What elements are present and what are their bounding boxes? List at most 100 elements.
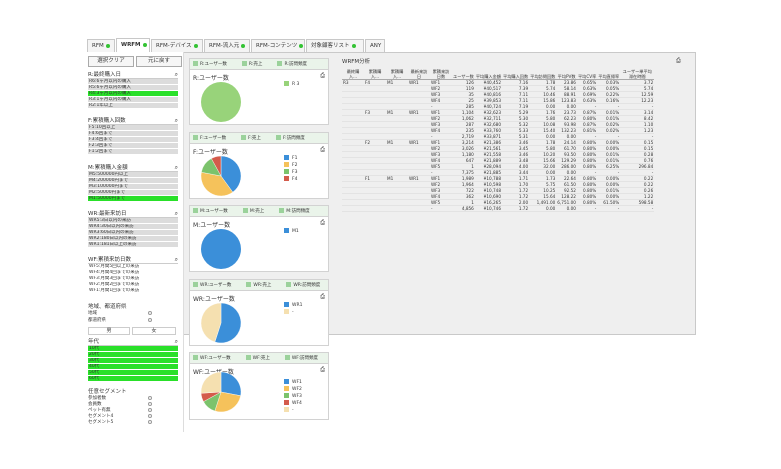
export-icon[interactable]: ⎙ bbox=[320, 366, 325, 374]
slider-knob[interactable] bbox=[148, 396, 152, 400]
column-header[interactable]: 累積来訪日数 bbox=[430, 65, 452, 80]
slider-knob[interactable] bbox=[148, 318, 152, 322]
search-icon[interactable]: ⌕ bbox=[175, 117, 178, 125]
column-header[interactable]: 累積購入... bbox=[386, 65, 408, 80]
pie-slice[interactable] bbox=[201, 229, 241, 269]
filter-wr: WR:最新来訪日 ⌕ WR5:3日以内の来訪 WR4:30日以内の来訪 WR3:60日… bbox=[88, 210, 178, 248]
export-icon[interactable]: ⎙ bbox=[676, 57, 681, 65]
search-icon[interactable]: ⌕ bbox=[175, 210, 178, 218]
slider-knob[interactable] bbox=[148, 311, 152, 315]
legend-item[interactable]: F3 bbox=[284, 169, 297, 176]
panel-tab[interactable]: M:訪問頻度 bbox=[276, 208, 315, 214]
legend-item[interactable]: WF1 bbox=[284, 379, 302, 386]
panel-tab[interactable]: R:売上 bbox=[239, 61, 269, 67]
column-header[interactable]: 平均購入金額 bbox=[474, 65, 502, 80]
legend-item[interactable]: - bbox=[284, 309, 302, 316]
filter-wf: WF:累積来訪日数 ⌕ WF5:月間5回以上の来訪 WF4:月間4回までの来訪 WF3… bbox=[88, 256, 178, 294]
panel-tab[interactable]: F:売上 bbox=[238, 135, 267, 141]
tab-5[interactable]: 対象顧客リスト bbox=[306, 39, 364, 52]
search-icon[interactable]: ⌕ bbox=[175, 71, 178, 79]
search-icon[interactable]: ⌕ bbox=[175, 338, 178, 346]
column-header[interactable]: 平均PV数 bbox=[556, 65, 577, 80]
panel-tab[interactable]: WR:訪問頻度 bbox=[283, 282, 326, 288]
panel-tab[interactable]: F:ユーザー数 bbox=[190, 135, 232, 141]
segment-row[interactable]: セグメント5 bbox=[88, 419, 178, 425]
filter-wr-item[interactable]: WR1:181日以上の来訪 bbox=[88, 242, 178, 248]
clear-selection-button[interactable]: 選択クリア bbox=[88, 56, 134, 67]
filter-wf-item[interactable]: WF1:月間1回までの来訪 bbox=[88, 288, 178, 294]
search-icon[interactable]: ⌕ bbox=[175, 256, 178, 264]
column-header[interactable]: 最終購入... bbox=[342, 65, 364, 80]
legend-item[interactable]: WF3 bbox=[284, 393, 302, 400]
legend-swatch-icon bbox=[284, 386, 289, 391]
filter-f-item[interactable]: F1:2回まで bbox=[88, 149, 178, 155]
legend-item[interactable]: - bbox=[284, 407, 302, 414]
tab-6[interactable]: ANY bbox=[365, 39, 385, 52]
legend-item[interactable]: F4 bbox=[284, 176, 297, 183]
prefecture-row[interactable]: 都道府県 bbox=[88, 317, 178, 323]
slider-knob[interactable] bbox=[148, 420, 152, 424]
column-header[interactable]: 累積購入... bbox=[364, 65, 386, 80]
legend-item[interactable]: WF2 bbox=[284, 386, 302, 393]
column-header[interactable]: 最新来訪日 bbox=[408, 65, 430, 80]
slider-knob[interactable] bbox=[148, 408, 152, 412]
tag-icon bbox=[284, 355, 290, 360]
export-icon[interactable]: ⎙ bbox=[320, 72, 325, 80]
legend-item[interactable]: M1 bbox=[284, 228, 299, 235]
legend-item[interactable]: R 3 bbox=[284, 81, 299, 88]
panel-tab[interactable]: F:訪問頻度 bbox=[273, 135, 311, 141]
slider-knob[interactable] bbox=[148, 414, 152, 418]
pie-slice[interactable] bbox=[200, 371, 222, 394]
pie-chart[interactable] bbox=[198, 226, 244, 272]
column-header[interactable]: 平均直帰率 bbox=[597, 65, 621, 80]
column-header[interactable]: 平均CV率 bbox=[576, 65, 598, 80]
filter-r-item[interactable]: R2:1年以上 bbox=[88, 103, 178, 109]
tab-3[interactable]: RFM-流入元 bbox=[204, 39, 250, 52]
gender-male[interactable]: 男 bbox=[88, 327, 130, 335]
slider-knob[interactable] bbox=[148, 402, 152, 406]
panel-tabs: M:ユーザー数 M:売上 M:訪問頻度 bbox=[190, 206, 328, 217]
filter-r-title: R:最終購入日 bbox=[88, 72, 122, 78]
panel-tab[interactable]: R:ユーザー数 bbox=[190, 61, 233, 67]
export-icon[interactable]: ⎙ bbox=[320, 219, 325, 227]
panel-tab[interactable]: WF:売上 bbox=[243, 355, 276, 361]
pie-slice[interactable] bbox=[220, 371, 242, 396]
pie-chart[interactable] bbox=[198, 369, 244, 415]
export-icon[interactable]: ⎙ bbox=[320, 146, 325, 154]
legend-item[interactable]: F1 bbox=[284, 155, 297, 162]
column-header[interactable]: 平均購入回数 bbox=[502, 65, 530, 80]
legend-item[interactable]: F2 bbox=[284, 162, 297, 169]
tab-2[interactable]: RFM-デバイス bbox=[151, 39, 203, 52]
panel-tab[interactable]: WR:ユーザー数 bbox=[190, 282, 237, 288]
region-row[interactable]: 地域 bbox=[88, 310, 178, 316]
tab-1[interactable]: WRFM bbox=[116, 38, 150, 52]
tag-icon bbox=[193, 208, 198, 213]
table-row: F3 M1 WR1 WF1 1,104 ¥32,623 5.29 1.76 23.73 0.87%… bbox=[342, 109, 655, 116]
panel-tab[interactable]: WR:売上 bbox=[243, 282, 277, 288]
search-icon[interactable]: ⌕ bbox=[175, 164, 178, 172]
column-header[interactable]: ユーザー数 bbox=[452, 65, 475, 80]
tab-4[interactable]: RFM-コンテンツ bbox=[251, 39, 305, 52]
legend-item[interactable]: WF4 bbox=[284, 400, 302, 407]
pie-chart[interactable] bbox=[198, 79, 244, 125]
legend-swatch-icon bbox=[284, 407, 289, 412]
age-item[interactable]: 60代 bbox=[88, 376, 178, 382]
panel-tab[interactable]: R:訪問頻度 bbox=[274, 61, 313, 67]
tab-0[interactable]: RFM bbox=[87, 39, 115, 52]
filter-m-item[interactable]: M1:50000円まで bbox=[88, 196, 178, 202]
undo-button[interactable]: 元に戻す bbox=[136, 56, 182, 67]
pie-slice[interactable] bbox=[201, 82, 241, 122]
tag-icon bbox=[275, 135, 281, 140]
panel-tab[interactable]: M:売上 bbox=[240, 208, 270, 214]
legend-item[interactable]: WR1 bbox=[284, 302, 302, 309]
gender-female[interactable]: 女 bbox=[132, 327, 176, 335]
pie-chart[interactable] bbox=[198, 300, 244, 346]
panel-tab[interactable]: WF:訪問頻度 bbox=[282, 355, 324, 361]
column-header[interactable]: 平均訪問回数 bbox=[529, 65, 557, 80]
table-row: R3 F4 M1 WR1 WF1 126 ¥40,452 7.16 1.78 23.86 0.65%… bbox=[342, 79, 655, 86]
column-header[interactable]: ユーザー単平均滞在時間 bbox=[620, 65, 655, 80]
panel-tab[interactable]: WF:ユーザー数 bbox=[190, 355, 237, 361]
pie-chart[interactable] bbox=[198, 153, 244, 199]
panel-tab[interactable]: M:ユーザー数 bbox=[190, 208, 234, 214]
export-icon[interactable]: ⎙ bbox=[320, 293, 325, 301]
